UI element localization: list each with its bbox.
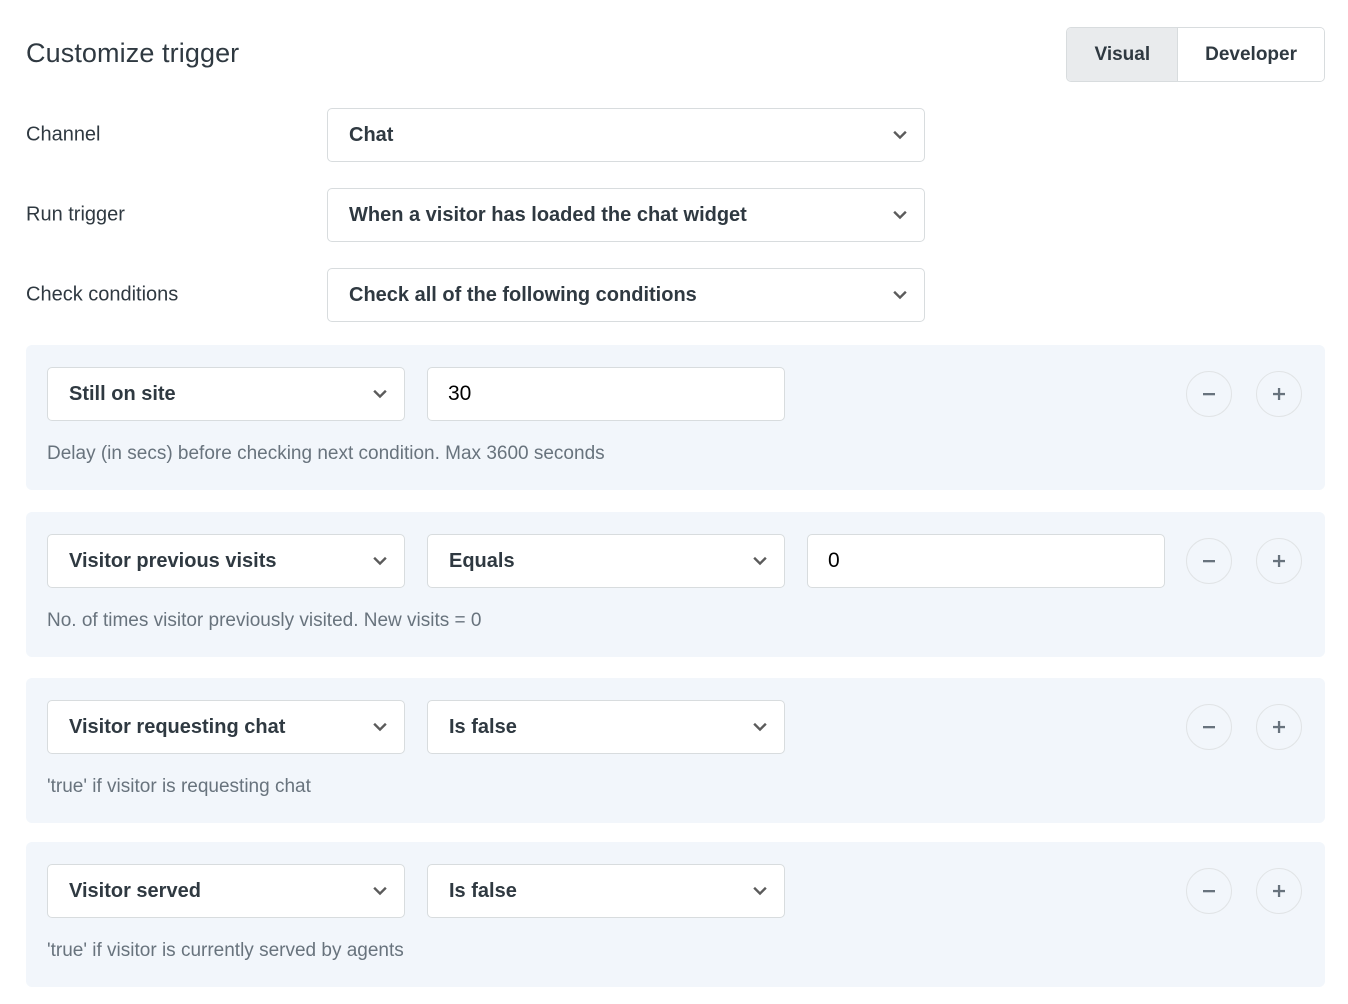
condition-attribute-value: Still on site: [69, 382, 176, 405]
condition-hint: 'true' if visitor is requesting chat: [47, 776, 311, 797]
chevron-down-icon: [372, 719, 388, 735]
chevron-down-icon: [372, 553, 388, 569]
condition-operator-select[interactable]: Equals: [427, 534, 785, 588]
condition-operator-value: Equals: [449, 549, 515, 572]
chevron-down-icon: [372, 386, 388, 402]
condition-value-field: [807, 534, 1165, 588]
customize-trigger-page: Customize trigger Visual Developer Chann…: [0, 0, 1348, 1004]
mode-switch: Visual Developer: [1066, 27, 1325, 82]
condition-hint: No. of times visitor previously visited.…: [47, 610, 482, 631]
add-condition-button[interactable]: [1256, 704, 1302, 750]
condition-operator-field: Is false: [427, 700, 785, 754]
chevron-down-icon: [892, 287, 908, 303]
condition-attribute-select[interactable]: Still on site: [47, 367, 405, 421]
condition-controls: Visitor requesting chat Is false: [26, 700, 1325, 754]
condition-value-input[interactable]: [807, 534, 1165, 588]
chevron-down-icon: [372, 883, 388, 899]
condition-step-buttons: [1186, 371, 1302, 417]
tab-developer[interactable]: Developer: [1177, 28, 1324, 81]
page-title: Customize trigger: [26, 38, 240, 68]
chevron-down-icon: [752, 719, 768, 735]
condition-step-buttons: [1186, 538, 1302, 584]
label-check-conditions: Check conditions: [26, 283, 179, 306]
tab-visual[interactable]: Visual: [1067, 28, 1178, 81]
condition-operator-select[interactable]: Is false: [427, 864, 785, 918]
condition-controls: Still on site: [26, 367, 1325, 421]
condition-attribute-field: Visitor previous visits: [47, 534, 405, 588]
remove-condition-button[interactable]: [1186, 371, 1232, 417]
check-conditions-select-value: Check all of the following conditions: [349, 283, 697, 306]
remove-condition-button[interactable]: [1186, 704, 1232, 750]
run-trigger-select[interactable]: When a visitor has loaded the chat widge…: [327, 188, 925, 242]
check-conditions-select[interactable]: Check all of the following conditions: [327, 268, 925, 322]
form-row-channel: Channel Chat: [0, 108, 1348, 162]
condition-attribute-select[interactable]: Visitor served: [47, 864, 405, 918]
channel-select[interactable]: Chat: [327, 108, 925, 162]
condition-attribute-select[interactable]: Visitor requesting chat: [47, 700, 405, 754]
condition-attribute-field: Still on site: [47, 367, 405, 421]
add-condition-button[interactable]: [1256, 371, 1302, 417]
label-run-trigger: Run trigger: [26, 203, 125, 226]
chevron-down-icon: [752, 553, 768, 569]
field-check-conditions: Check all of the following conditions: [327, 268, 925, 322]
remove-condition-button[interactable]: [1186, 538, 1232, 584]
condition-row: Still on site Delay (in secs) before che…: [26, 345, 1325, 490]
condition-attribute-value: Visitor previous visits: [69, 549, 277, 572]
chevron-down-icon: [892, 207, 908, 223]
condition-operator-field: Is false: [427, 864, 785, 918]
condition-row: Visitor requesting chat Is false 'true' …: [26, 678, 1325, 823]
channel-select-value: Chat: [349, 123, 394, 146]
condition-row: Visitor served Is false 'true' if visito…: [26, 842, 1325, 987]
condition-operator-field: Equals: [427, 534, 785, 588]
condition-hint: Delay (in secs) before checking next con…: [47, 443, 605, 464]
condition-attribute-value: Visitor served: [69, 879, 201, 902]
chevron-down-icon: [752, 883, 768, 899]
condition-hint: 'true' if visitor is currently served by…: [47, 940, 404, 961]
condition-controls: Visitor served Is false: [26, 864, 1325, 918]
condition-attribute-select[interactable]: Visitor previous visits: [47, 534, 405, 588]
condition-value-input[interactable]: [427, 367, 785, 421]
condition-attribute-field: Visitor served: [47, 864, 405, 918]
add-condition-button[interactable]: [1256, 538, 1302, 584]
condition-value-field: [427, 367, 785, 421]
field-channel: Chat: [327, 108, 925, 162]
condition-operator-select[interactable]: Is false: [427, 700, 785, 754]
run-trigger-select-value: When a visitor has loaded the chat widge…: [349, 203, 747, 226]
label-channel: Channel: [26, 123, 101, 146]
chevron-down-icon: [892, 127, 908, 143]
form-row-check-conditions: Check conditions Check all of the follow…: [0, 268, 1348, 322]
condition-step-buttons: [1186, 868, 1302, 914]
condition-row: Visitor previous visits Equals 0 No. of …: [26, 512, 1325, 657]
remove-condition-button[interactable]: [1186, 868, 1232, 914]
condition-controls: Visitor previous visits Equals: [26, 534, 1325, 588]
form-row-run-trigger: Run trigger When a visitor has loaded th…: [0, 188, 1348, 242]
add-condition-button[interactable]: [1256, 868, 1302, 914]
condition-attribute-value: Visitor requesting chat: [69, 715, 286, 738]
condition-operator-value: Is false: [449, 879, 517, 902]
field-run-trigger: When a visitor has loaded the chat widge…: [327, 188, 925, 242]
condition-step-buttons: [1186, 704, 1302, 750]
condition-attribute-field: Visitor requesting chat: [47, 700, 405, 754]
condition-operator-value: Is false: [449, 715, 517, 738]
